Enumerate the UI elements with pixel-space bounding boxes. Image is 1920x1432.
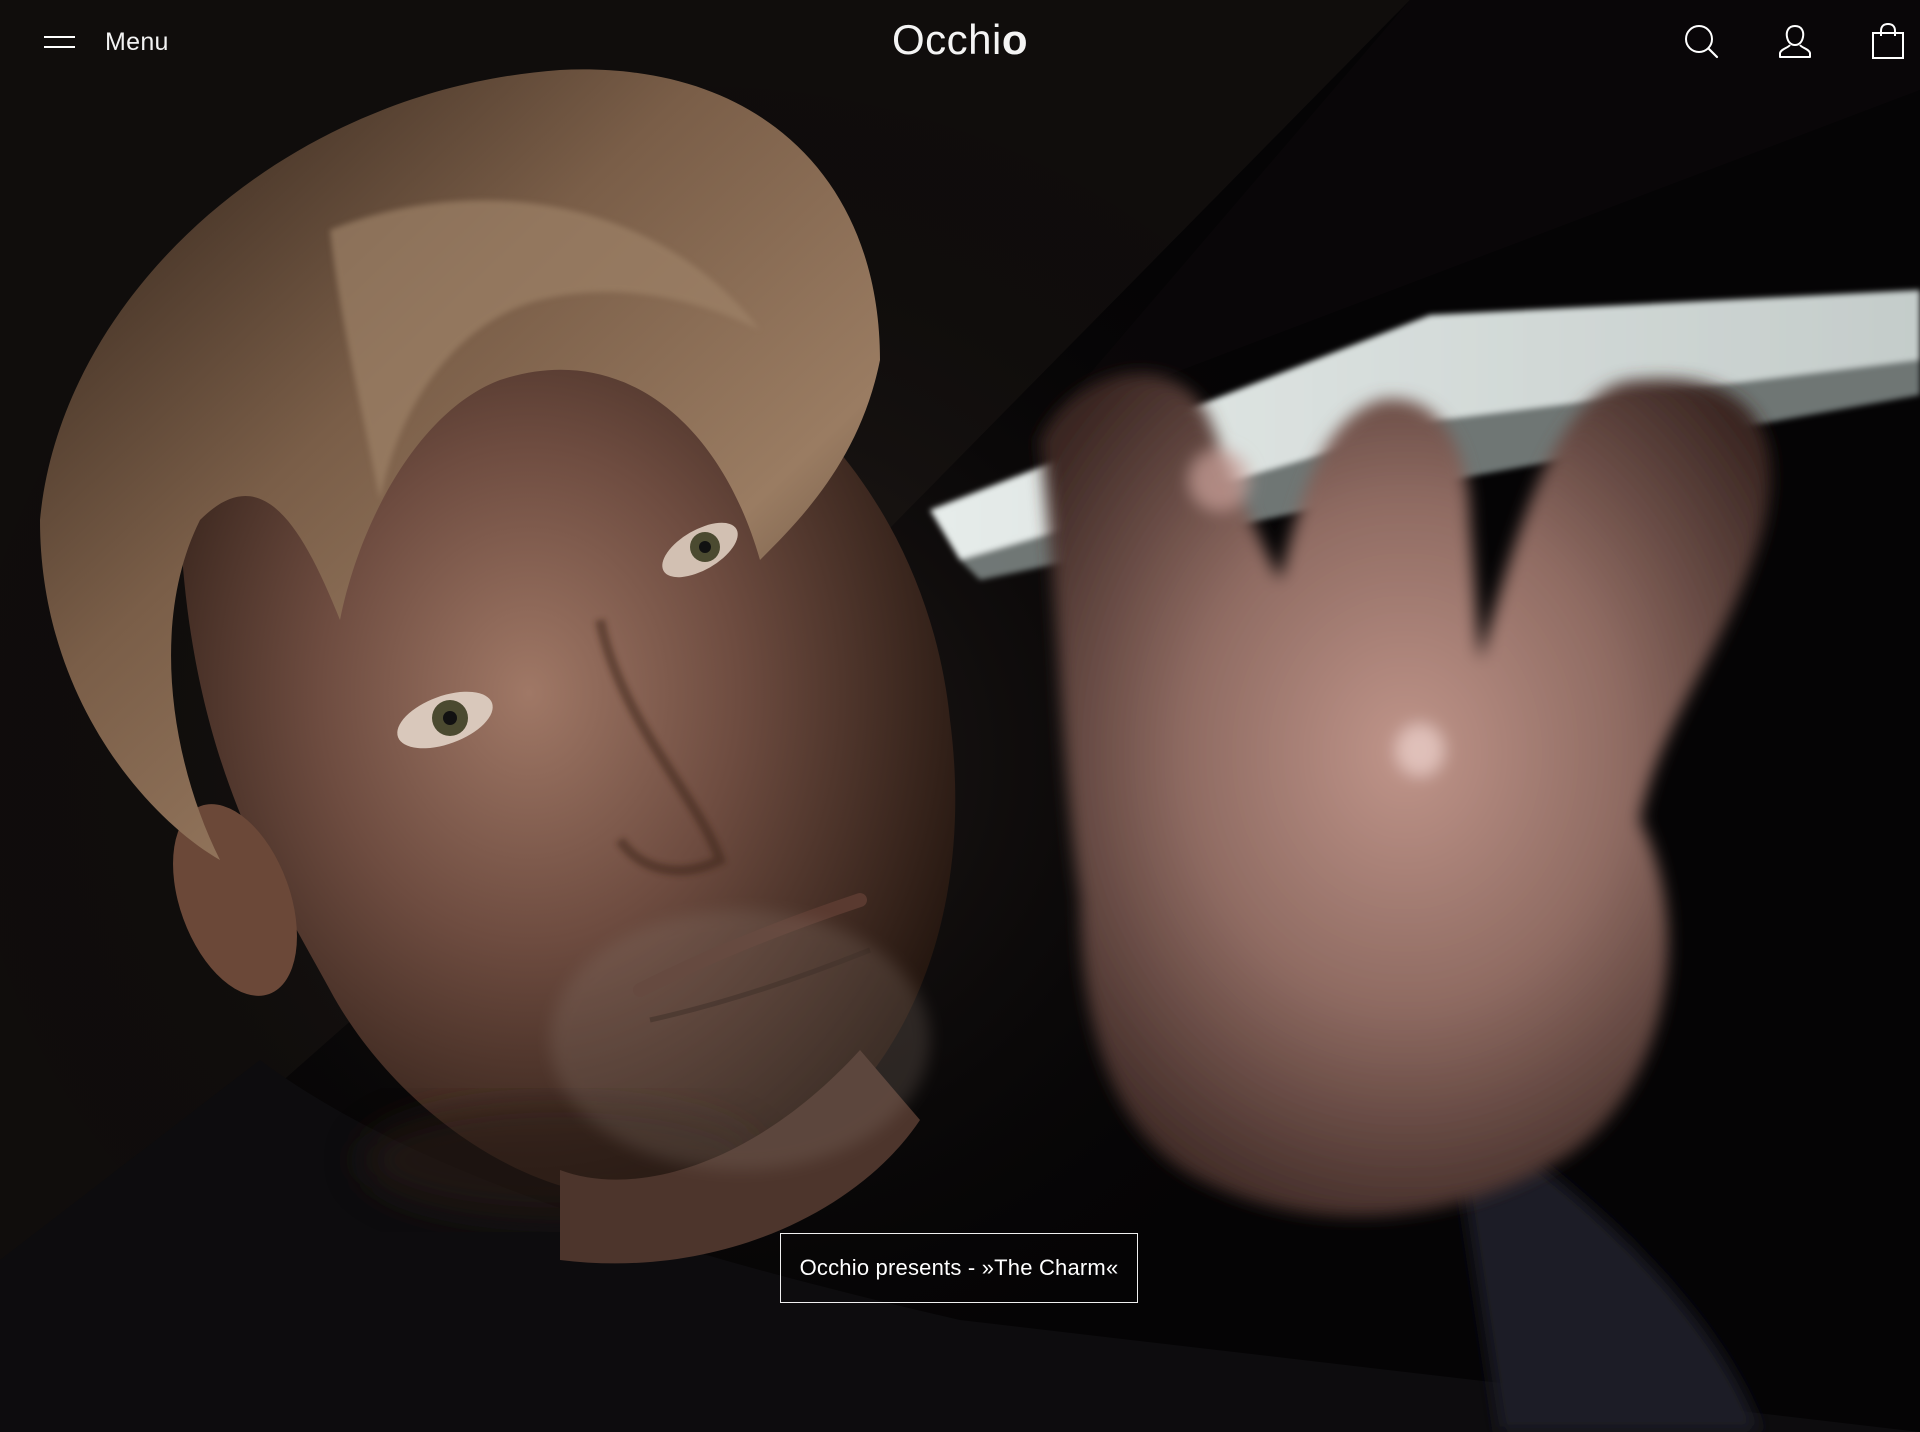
user-icon	[1779, 24, 1811, 58]
site-header: Menu Occhio	[0, 0, 1920, 84]
search-button[interactable]	[1680, 20, 1724, 64]
account-button[interactable]	[1773, 20, 1817, 64]
site-logo[interactable]: Occhio	[0, 16, 1920, 64]
shopping-bag-icon	[1872, 22, 1904, 59]
watch-film-button[interactable]: Occhio presents - »The Charm«	[780, 1233, 1138, 1303]
cart-button[interactable]	[1866, 20, 1910, 64]
hero-image	[0, 0, 1920, 1432]
search-icon	[1685, 25, 1719, 59]
logo-text-bold: o	[1001, 16, 1028, 63]
hero-video	[0, 0, 1920, 1432]
logo-text: Occhi	[891, 16, 1002, 63]
